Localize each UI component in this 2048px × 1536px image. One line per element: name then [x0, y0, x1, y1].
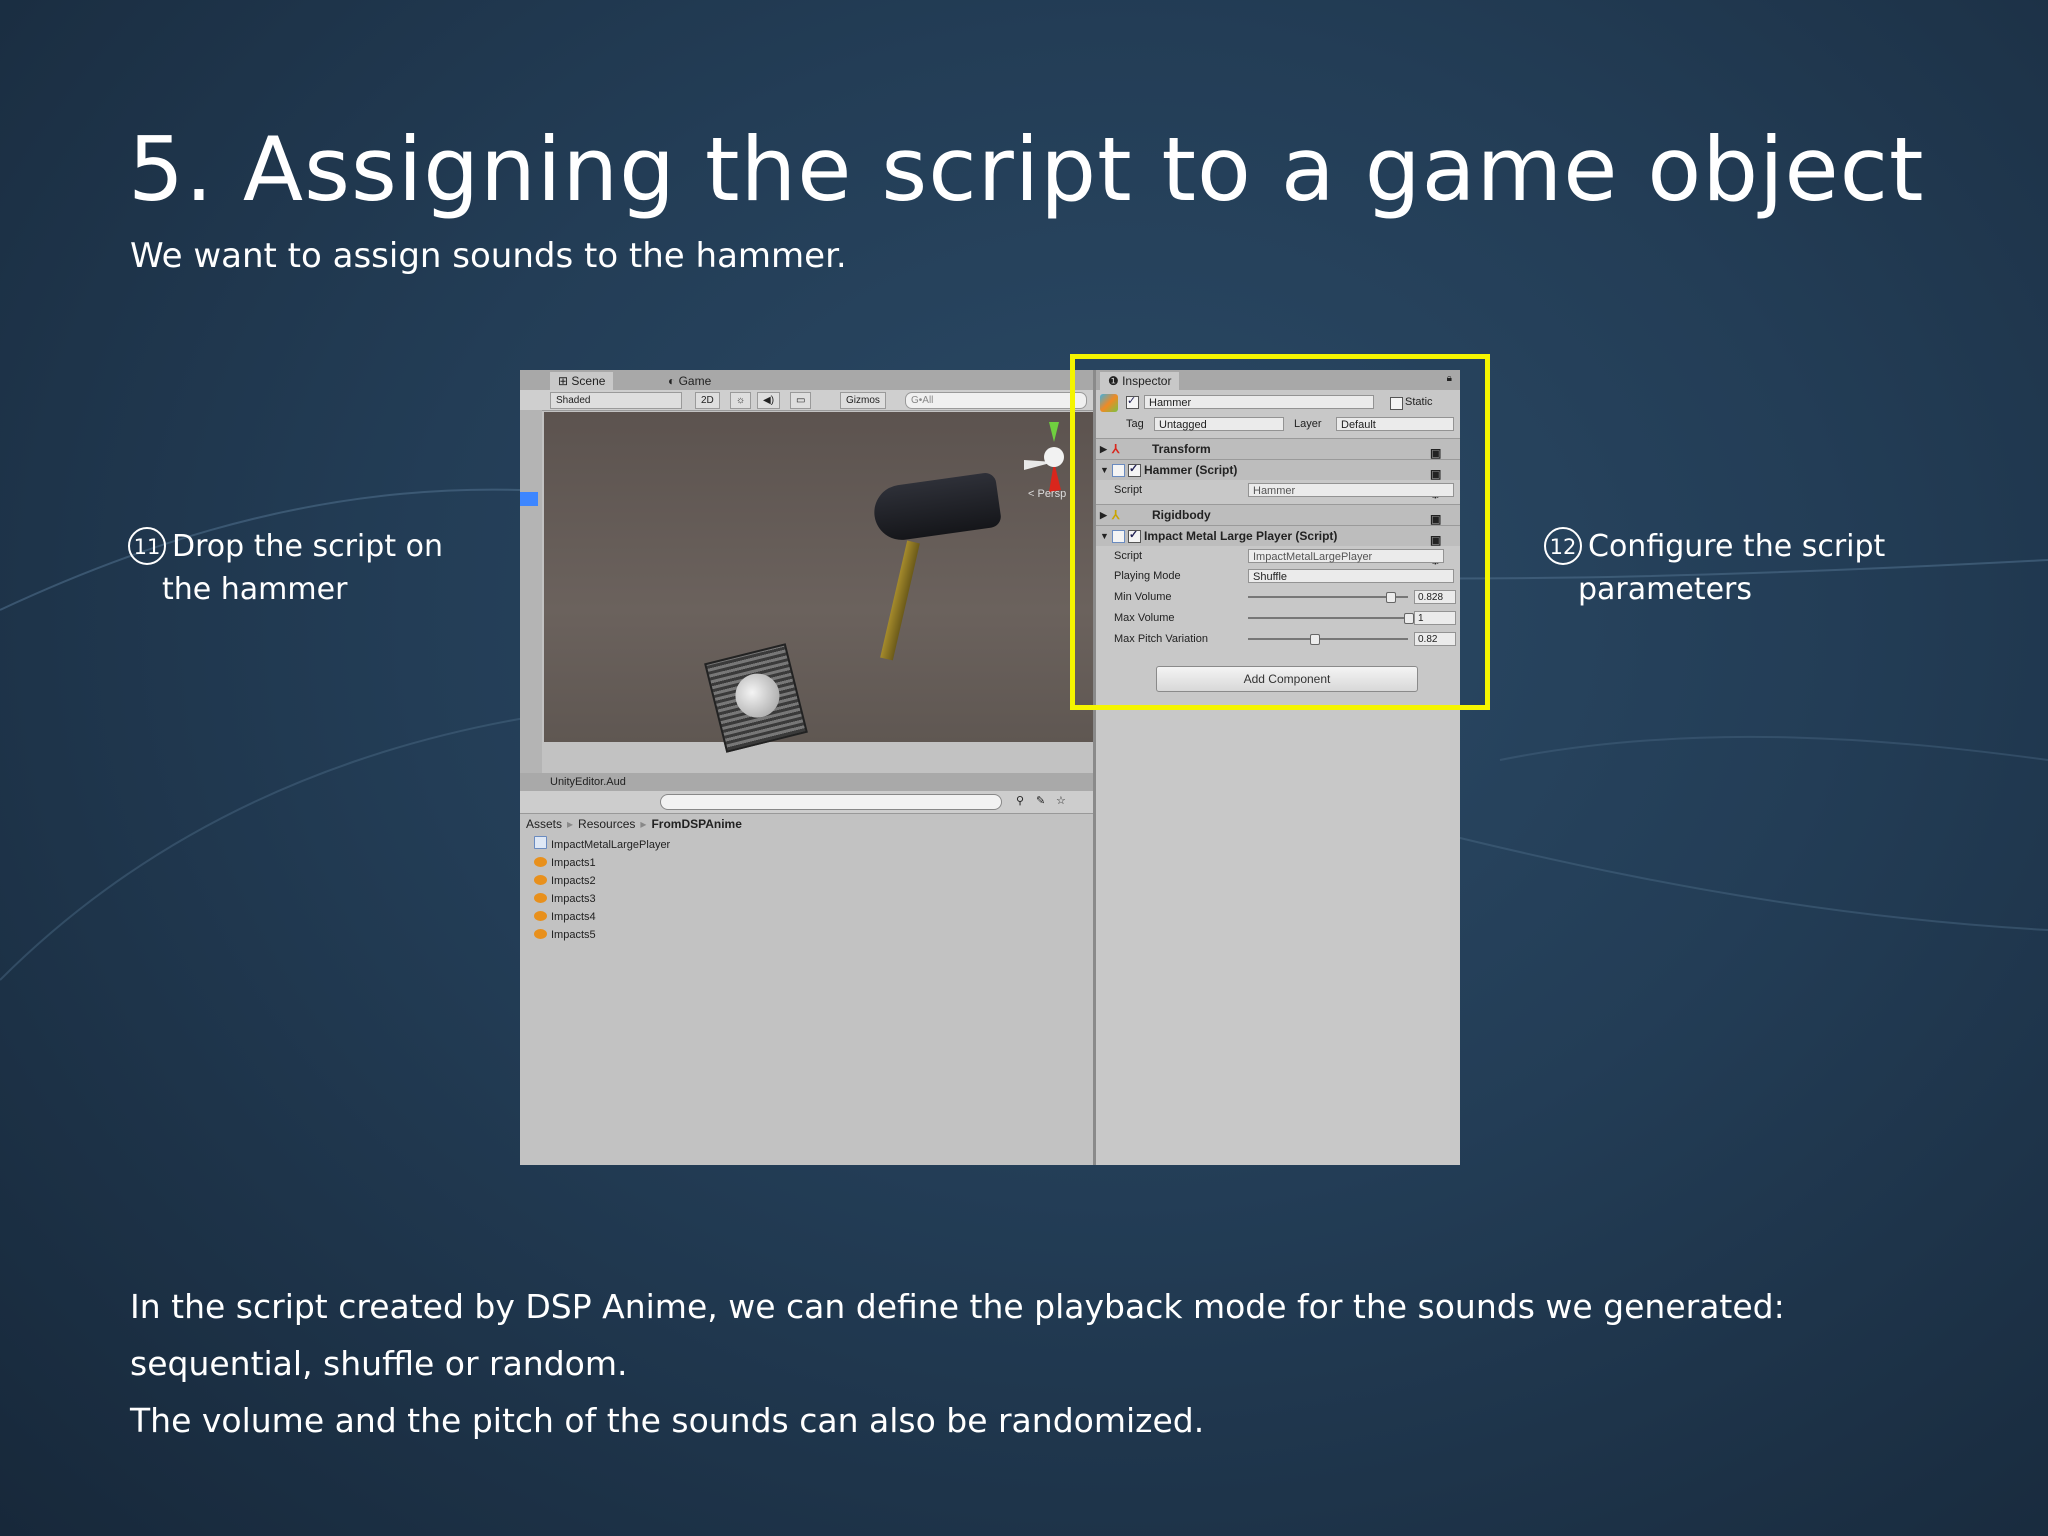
filter-icon[interactable]: ⚲: [1016, 794, 1024, 807]
callout-line-2: the hammer: [162, 572, 348, 607]
game-controller-icon: ◐: [668, 374, 679, 388]
slide-title: 5. Assigning the script to a game object: [128, 118, 1925, 221]
scene-search-input[interactable]: G•All: [905, 392, 1087, 409]
step-number-badge: 11: [128, 527, 166, 565]
audio-clip-icon: [534, 875, 547, 885]
hierarchy-strip: [520, 410, 542, 775]
callout-line-2: parameters: [1578, 572, 1753, 607]
body-line-3: The volume and the pitch of the sounds c…: [130, 1401, 1205, 1440]
step-number-badge: 12: [1544, 527, 1582, 565]
gizmos-dropdown[interactable]: Gizmos: [840, 392, 886, 409]
scene-tab-bar: ⊞ Scene ◐ Game: [520, 370, 1093, 390]
callout-configure-script: 12 Configure the script parameters: [1544, 525, 1885, 611]
shading-mode-dropdown[interactable]: Shaded: [550, 392, 682, 409]
list-item[interactable]: Impacts2: [534, 872, 670, 890]
scene-and-project-pane: ⊞ Scene ◐ Game Shaded 2D ☼ ◀) ▭ Gizmos G…: [520, 370, 1093, 1165]
inspector-highlight-box: [1070, 354, 1490, 710]
tab-scene[interactable]: ⊞ Scene: [550, 372, 614, 390]
sphere-object: [730, 668, 785, 723]
favorite-icon[interactable]: ☆: [1056, 794, 1066, 807]
list-item[interactable]: Impacts1: [534, 854, 670, 872]
persp-label[interactable]: < Persp: [1028, 488, 1066, 500]
toggle-2d-button[interactable]: 2D: [695, 392, 720, 409]
list-item[interactable]: Impacts4: [534, 908, 670, 926]
selection-marker: [520, 492, 538, 506]
audio-toggle-icon[interactable]: ◀): [757, 392, 781, 409]
breadcrumb: Assets ▸ Resources ▸ FromDSPAnime: [526, 817, 742, 831]
label-filter-icon[interactable]: ✎: [1036, 794, 1045, 807]
tab-game[interactable]: ◐ Game: [660, 372, 719, 390]
audio-clip-icon: [534, 929, 547, 939]
project-window-header: UnityEditor.Aud: [520, 773, 1093, 791]
script-icon: [534, 836, 547, 849]
audio-clip-icon: [534, 893, 547, 903]
callout-line-1: Drop the script on: [172, 529, 443, 564]
grid-icon: ⊞: [558, 374, 572, 388]
list-item[interactable]: Impacts3: [534, 890, 670, 908]
lighting-toggle-icon[interactable]: ☼: [730, 392, 752, 409]
body-line-1: In the script created by DSP Anime, we c…: [130, 1287, 1785, 1326]
breadcrumb-fromdspanime[interactable]: FromDSPAnime: [651, 817, 741, 831]
slide-subtitle: We want to assign sounds to the hammer.: [130, 236, 847, 276]
project-search-input[interactable]: [660, 794, 1002, 810]
breadcrumb-assets[interactable]: Assets: [526, 817, 562, 831]
crate-object[interactable]: [704, 643, 808, 753]
scene-toolbar: Shaded 2D ☼ ◀) ▭ Gizmos G•All: [520, 390, 1093, 411]
asset-list: ImpactMetalLargePlayer Impacts1 Impacts2…: [534, 836, 670, 944]
project-toolbar: ⚲ ✎ ☆: [520, 791, 1093, 814]
hammer-head[interactable]: [870, 471, 1003, 544]
audio-clip-icon: [534, 911, 547, 921]
breadcrumb-resources[interactable]: Resources: [578, 817, 635, 831]
list-item[interactable]: Impacts5: [534, 926, 670, 944]
effects-toggle-icon[interactable]: ▭: [790, 392, 812, 409]
callout-line-1: Configure the script: [1588, 529, 1886, 564]
hammer-handle[interactable]: [880, 540, 920, 661]
body-line-2: sequential, shuffle or random.: [130, 1344, 628, 1383]
scene-viewport[interactable]: < Persp: [544, 412, 1093, 753]
callout-drop-script: 11 Drop the script on the hammer: [128, 525, 443, 611]
body-text: In the script created by DSP Anime, we c…: [130, 1278, 1950, 1449]
list-item[interactable]: ImpactMetalLargePlayer: [534, 836, 670, 854]
audio-clip-icon: [534, 857, 547, 867]
